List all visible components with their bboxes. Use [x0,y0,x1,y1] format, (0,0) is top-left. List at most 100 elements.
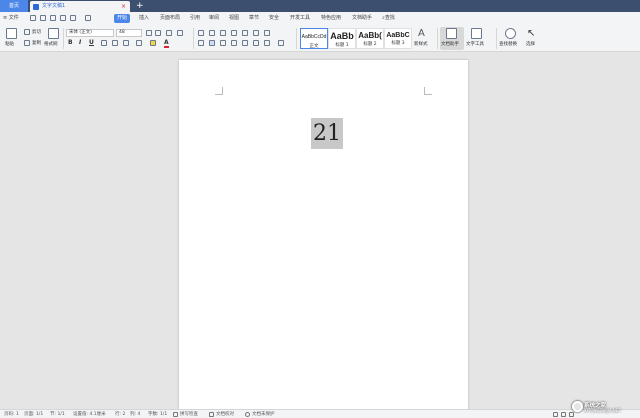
status-word-count[interactable]: 字数: 1/1 [148,411,167,418]
paste-button[interactable]: 粘贴 [5,41,14,47]
style-heading-2[interactable]: AaBb( 标题 2 [356,28,384,49]
numbering-icon[interactable] [209,30,215,36]
divider [193,28,194,49]
strikethrough-icon[interactable] [101,40,107,46]
text-tools-icon[interactable] [471,28,482,39]
close-tab-icon[interactable]: × [121,1,126,12]
menu-bar: ≡ 文件 开始 插入 页面布局 引用 审阅 视图 章节 安全 开发工具 特色应用… [0,12,640,25]
new-style-button[interactable]: 新样式 [414,41,428,47]
undo-icon[interactable] [70,15,76,21]
new-style-icon[interactable]: A [418,28,429,39]
format-painter-icon[interactable] [48,28,59,39]
status-col: 列: 4 [130,412,141,417]
menu-item-developer[interactable]: 开发工具 [290,14,310,23]
borders-icon[interactable] [278,40,284,46]
decrease-indent-icon[interactable] [220,30,226,36]
search-menu[interactable]: ⌕查找 [382,14,395,23]
file-menu[interactable]: ≡ 文件 [3,14,19,23]
style-heading-3[interactable]: AaBbC 标题 3 [384,28,412,49]
menu-item-review[interactable]: 审阅 [209,14,219,23]
align-center-icon[interactable] [209,40,215,46]
menu-item-doc-assistant[interactable]: 文档助手 [352,14,372,23]
margin-mark [424,87,432,95]
bold-button[interactable]: B [68,39,73,46]
doc-assistant-button[interactable]: 文档助手 [440,27,464,50]
doc-proof-button[interactable]: 文档校对 [216,411,234,418]
menu-item-insert[interactable]: 插入 [139,14,149,23]
output-pdf-icon[interactable] [40,15,46,21]
bullets-icon[interactable] [198,30,204,36]
copy-button[interactable]: 复制 [32,40,41,46]
print-icon[interactable] [50,15,56,21]
menu-item-home[interactable]: 开始 [114,14,131,23]
margin-mark [215,87,223,95]
tab-home[interactable]: 首页 [0,0,28,12]
menu-item-page-layout[interactable]: 页面布局 [160,14,180,23]
line-spacing-icon[interactable] [253,40,259,46]
divider [296,28,297,49]
clear-format-icon[interactable] [166,30,172,36]
style-heading-1[interactable]: AaBb 标题 1 [328,28,356,49]
highlight-icon[interactable] [150,40,156,46]
document-page[interactable]: 21 [179,60,468,409]
protect-status[interactable]: 文档未保护 [252,411,275,418]
save-icon[interactable] [30,15,36,21]
status-bar: 页码: 1 页面: 1/1 节: 1/1 设置值: 4.1厘米 行: 2 列: … [0,409,640,418]
cut-button[interactable]: 剪切 [32,29,41,35]
grow-font-icon[interactable] [146,30,152,36]
shading-icon[interactable] [264,40,270,46]
menu-item-section[interactable]: 章节 [249,14,259,23]
font-name-select[interactable]: 宋体 (正文) [66,29,114,37]
status-pages: 页面: 1/1 [24,412,44,417]
tab-document[interactable]: 文字文稿1 × [30,1,130,12]
align-right-icon[interactable] [220,40,226,46]
spell-check-button[interactable]: 拼写检查 [180,411,198,418]
view-web-icon[interactable] [561,412,566,417]
distributed-icon[interactable] [242,40,248,46]
italic-button[interactable]: I [79,39,81,46]
phonetic-icon[interactable] [177,30,183,36]
doc-proof-icon [209,412,214,417]
style-name: 标题 3 [391,41,405,46]
paste-icon[interactable] [6,28,17,39]
tab-bar: 首页 文字文稿1 × + [0,0,640,12]
select-button[interactable]: 选择 [526,41,535,47]
find-replace-button[interactable]: 查找替换 [499,41,517,47]
show-marks-icon[interactable] [264,30,270,36]
copy-icon[interactable] [24,40,30,46]
sort-icon[interactable] [253,30,259,36]
view-page-icon[interactable] [553,412,558,417]
print-preview-icon[interactable] [60,15,66,21]
cursor-icon[interactable]: ↖ [527,28,538,39]
menu-item-security[interactable]: 安全 [269,14,279,23]
divider [437,28,438,49]
style-sample: AaBb [330,31,354,41]
redo-icon[interactable] [85,15,91,21]
subscript-icon[interactable] [123,40,129,46]
superscript-icon[interactable] [112,40,118,46]
style-name: 正文 [309,44,319,49]
watermark-url: XITONGZHIJIA.NET [584,408,621,413]
menu-item-features[interactable]: 特色应用 [321,14,341,23]
text-tools-button[interactable]: 文字工具 [466,41,484,47]
find-replace-icon[interactable] [505,28,516,39]
font-color-button[interactable]: A [164,39,169,48]
new-tab-button[interactable]: + [136,0,144,12]
justify-icon[interactable] [231,40,237,46]
shrink-font-icon[interactable] [155,30,161,36]
selected-text[interactable]: 21 [311,118,343,149]
document-canvas[interactable]: 21 [0,52,640,409]
cut-icon[interactable] [24,29,30,35]
increase-indent-icon[interactable] [231,30,237,36]
chinese-layout-icon[interactable] [242,30,248,36]
text-effect-icon[interactable] [136,40,142,46]
menu-item-references[interactable]: 引用 [190,14,200,23]
style-normal[interactable]: AaBbCcDd 正文 [300,28,328,49]
align-left-icon[interactable] [198,40,204,46]
menu-item-view[interactable]: 视图 [229,14,239,23]
style-name: 标题 1 [335,43,349,48]
underline-button[interactable]: U [89,39,94,46]
status-section: 节: 1/1 [50,412,65,417]
format-painter-button[interactable]: 格式刷 [44,41,58,47]
font-size-select[interactable]: 48 [116,29,142,37]
